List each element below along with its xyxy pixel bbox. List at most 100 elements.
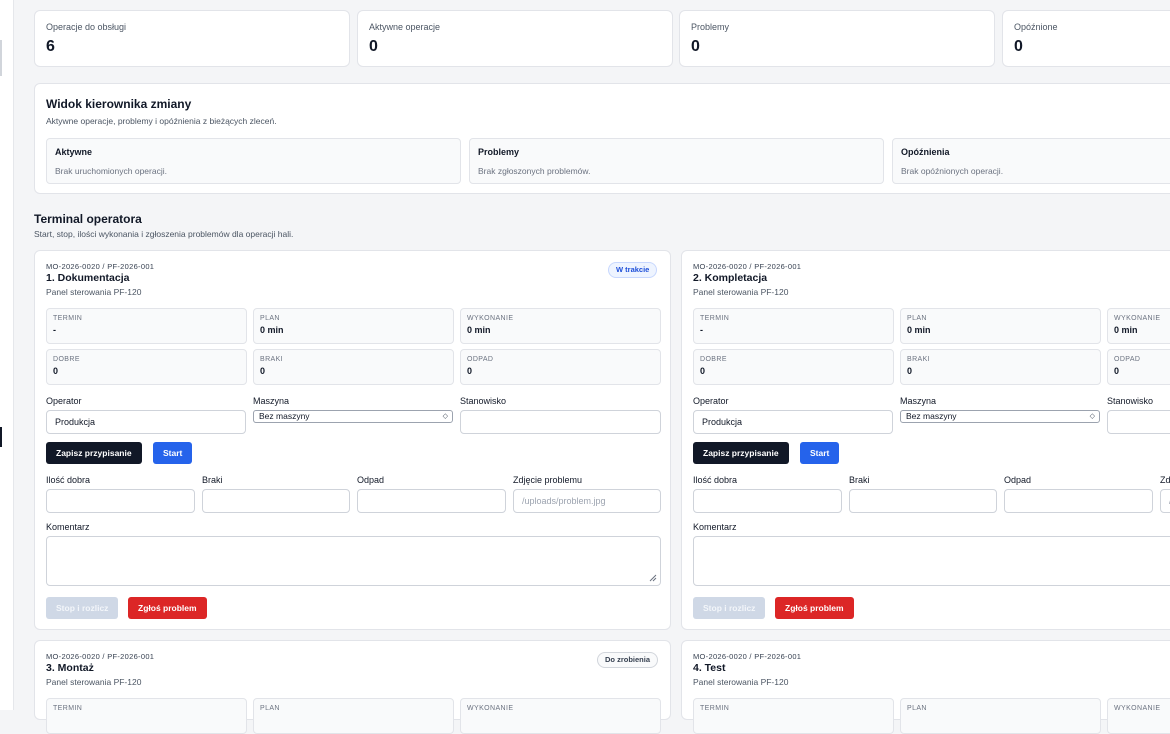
order-code: MO-2026-0020 / PF-2026-001 bbox=[46, 262, 155, 271]
stat-label: Problemy bbox=[691, 22, 730, 32]
comment-textarea[interactable] bbox=[693, 536, 1170, 586]
operation-name: 1. Dokumentacja bbox=[46, 272, 130, 284]
metric-label: DOBRE bbox=[700, 356, 727, 363]
workstation-label: Stanowisko bbox=[1107, 396, 1154, 406]
metric-value: 0 min bbox=[260, 325, 284, 335]
product-name: Panel sterowania PF-120 bbox=[46, 677, 142, 687]
order-code: MO-2026-0020 / PF-2026-001 bbox=[693, 262, 802, 271]
shift-box-delays: Opóźnienia Brak opóźnionych operacji. bbox=[892, 138, 1170, 184]
operation-name: 4. Test bbox=[693, 662, 726, 674]
metric-label: TERMIN bbox=[700, 315, 730, 322]
scrap-input[interactable] bbox=[849, 489, 997, 513]
metric-label: ODPAD bbox=[1114, 356, 1141, 363]
operation-card: MO-2026-0020 / PF-2026-001 2. Kompletacj… bbox=[681, 250, 1170, 630]
status-badge: W trakcie bbox=[608, 262, 658, 278]
problem-photo-input[interactable]: /uploads/problem.jpg bbox=[513, 489, 661, 513]
report-problem-button[interactable]: Zgłoś problem bbox=[775, 597, 854, 619]
save-assignment-button[interactable]: Zapisz przypisanie bbox=[46, 442, 142, 464]
machine-select-value: Bez maszyny bbox=[259, 411, 310, 421]
metric-execution: WYKONANIE 0 min bbox=[460, 308, 661, 344]
metric-termin: TERMIN - bbox=[46, 308, 247, 344]
waste-input[interactable] bbox=[357, 489, 506, 513]
stat-value: 6 bbox=[46, 38, 55, 55]
metric-good: DOBRE 0 bbox=[46, 349, 247, 385]
operator-label: Operator bbox=[693, 396, 729, 406]
metric-label: DOBRE bbox=[53, 356, 80, 363]
metric-value: 0 bbox=[1114, 366, 1120, 376]
metric-value: 0 bbox=[467, 366, 473, 376]
operator-label: Operator bbox=[46, 396, 82, 406]
metric-label: WYKONANIE bbox=[467, 705, 514, 712]
machine-select[interactable]: Bez maszyny ◇ bbox=[900, 410, 1100, 423]
metric-label: BRAKI bbox=[907, 356, 931, 363]
status-badge: Do zrobienia bbox=[597, 652, 659, 668]
metric-label: BRAKI bbox=[260, 356, 284, 363]
select-arrows-icon: ◇ bbox=[442, 413, 448, 420]
start-button[interactable]: Start bbox=[800, 442, 840, 464]
workstation-input[interactable] bbox=[460, 410, 661, 434]
shift-box-active: Aktywne Brak uruchomionych operacji. bbox=[46, 138, 461, 184]
sidebar-cursor-marker bbox=[0, 427, 2, 447]
operator-input[interactable]: Produkcja bbox=[693, 410, 893, 434]
shift-box-title: Problemy bbox=[478, 147, 520, 157]
stat-label: Aktywne operacje bbox=[369, 22, 441, 32]
metric-value: 0 min bbox=[907, 325, 931, 335]
order-code: MO-2026-0020 / PF-2026-001 bbox=[46, 652, 155, 661]
stat-card-delayed: Opóźnione 0 bbox=[1002, 10, 1170, 67]
workstation-input[interactable] bbox=[1107, 410, 1170, 434]
sidebar-active-marker bbox=[0, 40, 2, 76]
product-name: Panel sterowania PF-120 bbox=[693, 287, 789, 297]
waste-label: Odpad bbox=[357, 475, 385, 485]
good-qty-label: Ilość dobra bbox=[693, 475, 738, 485]
metric-label: TERMIN bbox=[53, 315, 83, 322]
problem-photo-input[interactable]: / bbox=[1160, 489, 1170, 513]
operation-card: MO-2026-0020 / PF-2026-001 4. Test Panel… bbox=[681, 640, 1170, 734]
operation-name: 2. Kompletacja bbox=[693, 272, 768, 284]
good-qty-input[interactable] bbox=[693, 489, 842, 513]
operation-card: MO-2026-0020 / PF-2026-001 1. Dokumentac… bbox=[34, 250, 671, 630]
metric-plan: PLAN 0 min bbox=[900, 308, 1101, 344]
metric-termin: TERMIN bbox=[46, 698, 247, 734]
metric-label: TERMIN bbox=[700, 705, 730, 712]
machine-select[interactable]: Bez maszyny ◇ bbox=[253, 410, 453, 423]
start-button[interactable]: Start bbox=[153, 442, 193, 464]
report-problem-button[interactable]: Zgłoś problem bbox=[128, 597, 207, 619]
metric-label: PLAN bbox=[907, 705, 927, 712]
metric-label: PLAN bbox=[907, 315, 927, 322]
metric-value: - bbox=[53, 325, 56, 335]
stop-settle-button[interactable]: Stop i rozlicz bbox=[693, 597, 766, 619]
metric-value: - bbox=[700, 325, 703, 335]
terminal-subtitle: Start, stop, ilości wykonania i zgłoszen… bbox=[34, 229, 294, 239]
section-title: Widok kierownika zmiany bbox=[46, 97, 192, 111]
metric-waste: ODPAD 0 bbox=[460, 349, 661, 385]
metric-plan: PLAN 0 min bbox=[253, 308, 454, 344]
stat-value: 0 bbox=[691, 38, 700, 55]
stop-settle-button[interactable]: Stop i rozlicz bbox=[46, 597, 119, 619]
stat-label: Opóźnione bbox=[1014, 22, 1058, 32]
order-code: MO-2026-0020 / PF-2026-001 bbox=[693, 652, 802, 661]
save-assignment-button[interactable]: Zapisz przypisanie bbox=[693, 442, 789, 464]
operator-input[interactable]: Produkcja bbox=[46, 410, 246, 434]
waste-input[interactable] bbox=[1004, 489, 1153, 513]
metric-label: WYKONANIE bbox=[1114, 705, 1161, 712]
metric-plan: PLAN bbox=[253, 698, 454, 734]
metric-termin: TERMIN bbox=[693, 698, 894, 734]
metric-value: 0 bbox=[53, 366, 59, 376]
scrap-input[interactable] bbox=[202, 489, 350, 513]
operation-card: MO-2026-0020 / PF-2026-001 3. Montaż Pan… bbox=[34, 640, 671, 734]
scrap-label: Braki bbox=[202, 475, 223, 485]
metric-scrap: BRAKI 0 bbox=[253, 349, 454, 385]
terminal-title: Terminal operatora bbox=[34, 212, 142, 226]
metric-label: WYKONANIE bbox=[1114, 315, 1161, 322]
stat-value: 0 bbox=[369, 38, 378, 55]
good-qty-input[interactable] bbox=[46, 489, 195, 513]
comment-textarea[interactable] bbox=[46, 536, 661, 586]
metric-waste: ODPAD 0 bbox=[1107, 349, 1170, 385]
resize-handle-icon[interactable] bbox=[649, 574, 657, 582]
shift-box-text: Brak opóźnionych operacji. bbox=[901, 166, 1004, 176]
metric-label: PLAN bbox=[260, 705, 280, 712]
good-qty-label: Ilość dobra bbox=[46, 475, 91, 485]
problem-photo-label: Zdjęcie problemu bbox=[513, 475, 583, 485]
stat-card-problems: Problemy 0 bbox=[679, 10, 995, 67]
comment-label: Komentarz bbox=[46, 522, 90, 532]
